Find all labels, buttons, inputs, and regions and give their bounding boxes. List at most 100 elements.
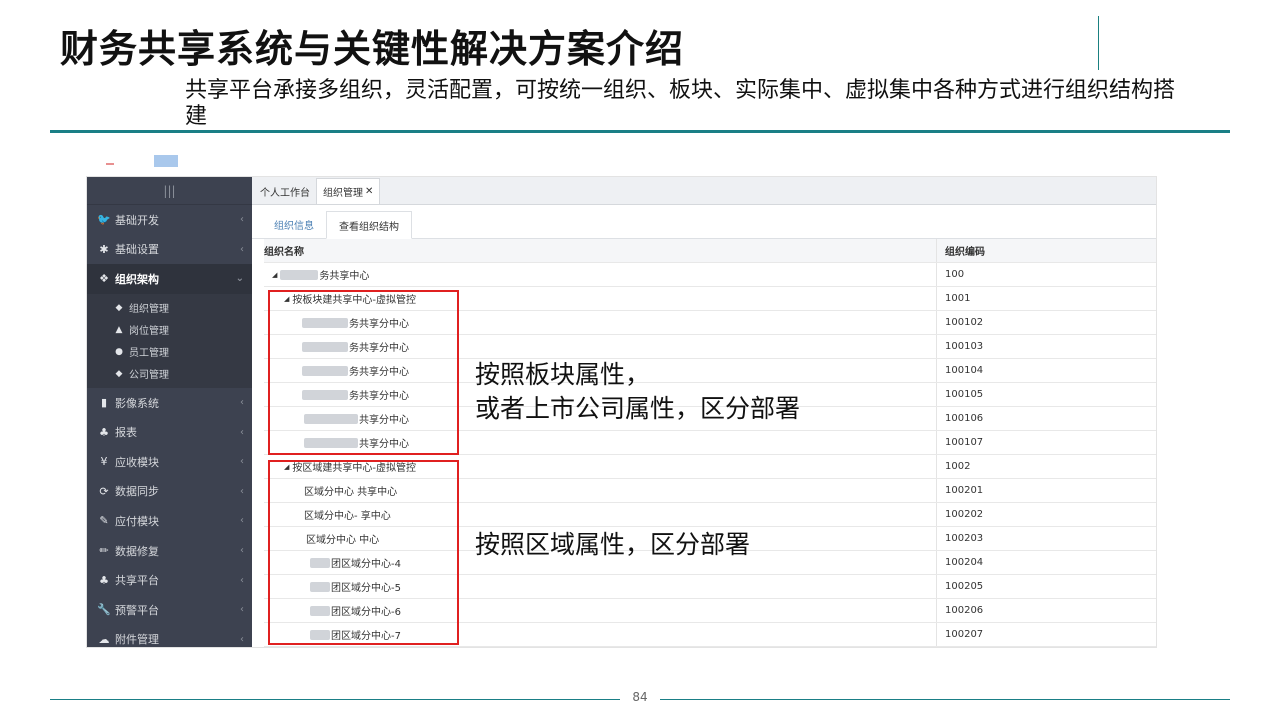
cube-icon: ◆ [115,302,123,313]
chevron-left-icon: ‹ [240,545,244,557]
org-code: 100107 [945,437,984,448]
wrench-icon: 🔧 [97,603,111,617]
org-code: 100106 [945,413,984,424]
page-number: 84 [632,690,648,704]
sidebar-item-4[interactable]: ♣ 报表 ‹ [87,417,252,447]
highlight-box-segment [268,290,459,455]
cube-icon: ◆ [115,368,123,379]
org-code: 100105 [945,389,984,400]
subtab-org-info[interactable]: 组织信息 [262,210,326,238]
sidebar-item-6[interactable]: ⟳ 数据同步 ‹ [87,477,252,507]
org-code: 100206 [945,605,984,616]
sitemap-icon: ♣ [99,425,109,439]
table-row[interactable]: ◢ 务共享中心 100 [264,263,1156,287]
lock-icon: ▲ [115,324,123,335]
chevron-left-icon: ‹ [240,214,244,226]
pencil-icon: ✏ [99,544,109,558]
sidebar-subitem-2[interactable]: ● 员工管理 [87,341,252,363]
column-header-name: 组织名称 [264,239,937,262]
chevron-left-icon: ‹ [240,426,244,438]
org-code: 1002 [945,461,971,472]
sidebar-subitem-label: 员工管理 [129,348,169,360]
annotation-segment: 按照板块属性， 或者上市公司属性，区分部署 [475,360,801,423]
chevron-down-icon: ⌄ [235,273,244,285]
org-code: 100102 [945,317,984,328]
org-code: 100207 [945,629,984,640]
sidebar-item-label: 报表 [115,426,137,440]
sidebar-item-label: 影像系统 [115,396,159,410]
sidebar-item-3[interactable]: ▮ 影像系统 ‹ [87,388,252,418]
sidebar-item-11[interactable]: ☁ 附件管理 ‹ [87,625,252,647]
cloud-icon: ☁ [98,632,110,646]
user-icon: ● [115,346,123,357]
sidebar-item-label: 数据同步 [115,485,159,499]
tab-label: 个人工作台 [260,187,310,199]
org-code: 100204 [945,557,984,568]
highlight-box-region [268,460,459,645]
sidebar-item-label: 应付模块 [115,514,159,528]
file-icon: ▮ [100,396,108,410]
sidebar-item-label: 共享平台 [115,574,159,588]
sidebar-toggle[interactable]: ||| [87,177,252,205]
menu-icon: ||| [163,183,176,198]
footer-rule-left [50,699,620,700]
sidebar-item-label: 组织架构 [115,272,159,286]
slide-subtitle: 共享平台承接多组织，灵活配置，可按统一组织、板块、实际集中、虚拟集中各种方式进行… [185,78,1176,129]
sidebar-item-label: 应收模块 [115,455,159,469]
chevron-left-icon: ‹ [240,243,244,255]
org-code: 100103 [945,341,984,352]
sidebar-subitem-0[interactable]: ◆ 组织管理 [87,297,252,319]
sidebar-item-label: 预警平台 [115,603,159,617]
redaction-mark [106,163,114,165]
org-code: 100201 [945,485,984,496]
subtab-label: 查看组织结构 [339,221,399,233]
chevron-left-icon: ‹ [240,574,244,586]
subtab-view-structure[interactable]: 查看组织结构 [326,211,412,239]
sidebar-submenu: ◆ 组织管理 ▲ 岗位管理 ● 员工管理 ◆ 公司管理 [87,293,252,388]
org-code: 100203 [945,533,984,544]
sidebar-subitem-1[interactable]: ▲ 岗位管理 [87,319,252,341]
collapse-triangle-icon[interactable]: ◢ [272,271,277,279]
org-code: 100104 [945,365,984,376]
wrench-hand-icon: ✎ [99,514,109,528]
annotation-region: 按照区域属性，区分部署 [475,530,751,559]
sidebar-item-label: 附件管理 [115,633,159,647]
org-code: 100202 [945,509,984,520]
asterisk-icon: ✱ [99,242,109,256]
sidebar: ||| 🐦 基础开发 ‹ ✱ 基础设置 ‹ ❖ 组织架构 ⌄ ◆ 组织管理 ▲ … [87,177,252,647]
org-code: 100205 [945,581,984,592]
sidebar-item-label: 基础开发 [115,213,159,227]
close-icon[interactable]: ✕ [365,186,373,197]
tab-personal-workspace[interactable]: 个人工作台 [254,178,316,204]
chevron-left-icon: ‹ [240,397,244,409]
twitter-bird-icon: 🐦 [97,213,111,227]
sidebar-item-9[interactable]: ♣ 共享平台 ‹ [87,565,252,595]
sidebar-subitem-label: 公司管理 [129,370,169,382]
sidebar-item-label: 基础设置 [115,243,159,257]
sidebar-item-0[interactable]: 🐦 基础开发 ‹ [87,205,252,235]
redacted-text [280,269,319,280]
sidebar-item-1[interactable]: ✱ 基础设置 ‹ [87,235,252,265]
tab-org-management[interactable]: 组织管理 ✕ [316,178,381,204]
org-code: 1001 [945,293,971,304]
sidebar-subitem-label: 组织管理 [129,304,169,316]
column-header-label: 组织名称 [264,247,304,258]
org-name: 务共享中心 [319,271,370,282]
refresh-icon: ⟳ [99,484,109,498]
subtab-label: 组织信息 [274,220,314,232]
subtab-bar: 组织信息 查看组织结构 [252,205,1156,239]
sidebar-item-label: 数据修复 [115,544,159,558]
sidebar-item-5[interactable]: ¥ 应收模块 ‹ [87,447,252,477]
sidebar-subitem-label: 岗位管理 [129,326,169,338]
sidebar-item-7[interactable]: ✎ 应付模块 ‹ [87,506,252,536]
sidebar-item-10[interactable]: 🔧 预警平台 ‹ [87,595,252,625]
chevron-left-icon: ‹ [240,633,244,645]
sidebar-subitem-3[interactable]: ◆ 公司管理 [87,363,252,385]
redaction-mark [154,155,178,167]
yen-icon: ¥ [100,455,108,469]
sidebar-item-8[interactable]: ✏ 数据修复 ‹ [87,536,252,566]
chevron-left-icon: ‹ [240,485,244,497]
table-header: 组织名称 组织编码 [264,239,1156,263]
sidebar-item-2[interactable]: ❖ 组织架构 ⌄ [87,264,252,294]
org-name-cell: ◢ 务共享中心 [264,263,937,286]
